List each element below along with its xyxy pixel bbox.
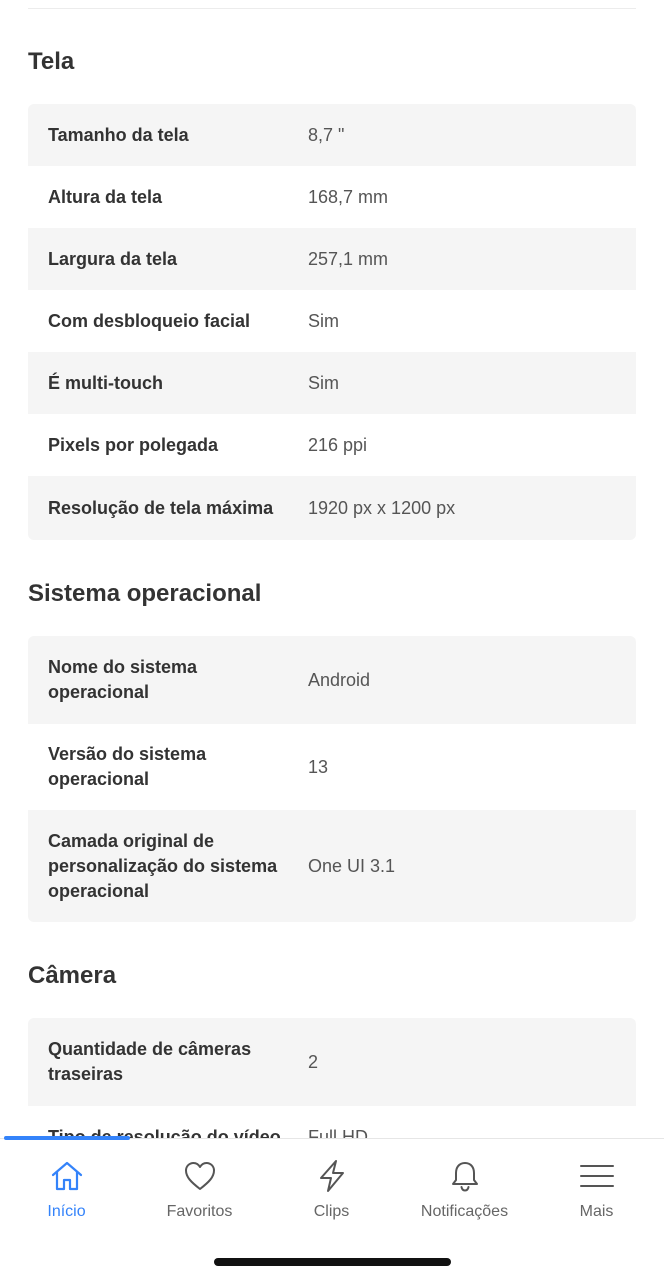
spec-value: Sim (308, 310, 339, 331)
active-tab-indicator (4, 1136, 130, 1140)
spec-row: Versão do sistema operacional 13 (28, 724, 636, 810)
spec-row: É multi-touch Sim (28, 352, 636, 414)
spec-row: Tipo de resolução do vídeo Full HD (28, 1106, 636, 1141)
divider (28, 8, 636, 9)
spec-label: Altura da tela (48, 186, 163, 207)
nav-label: Início (47, 1203, 86, 1220)
spec-label: Com desbloqueio facial (48, 310, 251, 331)
spec-row: Camada original de personalização do sis… (28, 810, 636, 922)
spec-label: Versão do sistema operacional (48, 744, 207, 789)
spec-label: Nome do sistema operacional (48, 657, 198, 702)
spec-row: Tamanho da tela 8,7 " (28, 104, 636, 166)
spec-table-camera: Quantidade de câmeras traseiras 2 Tipo d… (28, 1018, 636, 1140)
nav-label: Clips (313, 1203, 350, 1220)
nav-label: Favoritos (166, 1203, 233, 1220)
spec-value: 216 ppi (308, 434, 368, 455)
spec-label: Resolução de tela máxima (48, 497, 274, 518)
spec-label: Pixels por polegada (48, 434, 219, 455)
specs-scroll-area[interactable]: Tela Tamanho da tela 8,7 " Altura da tel… (0, 0, 664, 1140)
bell-icon (451, 1162, 478, 1192)
menu-icon (579, 1165, 614, 1187)
spec-value: 1920 px x 1200 px (308, 497, 456, 518)
spec-label: Quantidade de câmeras traseiras (48, 1039, 252, 1084)
nav-label: Notificações (420, 1203, 509, 1220)
nav-item-inicio[interactable]: Início (0, 1157, 133, 1221)
section-title-sistema-operacional: Sistema operacional (28, 580, 262, 607)
heart-icon (184, 1162, 215, 1190)
spec-row: Pixels por polegada 216 ppi (28, 414, 636, 476)
section-title-camera: Câmera (28, 962, 117, 989)
spec-table-sistema-operacional: Nome do sistema operacional Android Vers… (28, 636, 636, 922)
spec-value: 257,1 mm (308, 248, 389, 269)
spec-row: Quantidade de câmeras traseiras 2 (28, 1018, 636, 1106)
spec-value: One UI 3.1 (308, 855, 396, 876)
spec-row: Com desbloqueio facial Sim (28, 290, 636, 352)
spec-label: Camada original de personalização do sis… (48, 830, 278, 901)
spec-row: Resolução de tela máxima 1920 px x 1200 … (28, 476, 636, 540)
spec-row: Altura da tela 168,7 mm (28, 166, 636, 228)
nav-item-notificacoes[interactable]: Notificações (398, 1157, 531, 1221)
nav-item-favoritos[interactable]: Favoritos (133, 1157, 266, 1221)
spec-value: 2 (308, 1051, 319, 1072)
spec-label: É multi-touch (48, 372, 163, 393)
spec-row: Largura da tela 257,1 mm (28, 228, 636, 290)
spec-row: Nome do sistema operacional Android (28, 636, 636, 724)
spec-label: Largura da tela (48, 248, 178, 269)
clips-icon (319, 1160, 344, 1192)
home-icon (51, 1161, 82, 1191)
nav-item-mais[interactable]: Mais (530, 1157, 663, 1221)
nav-item-clips[interactable]: Clips (265, 1157, 398, 1221)
spec-value: 168,7 mm (308, 186, 389, 207)
spec-label: Tamanho da tela (48, 124, 189, 145)
home-indicator[interactable] (214, 1258, 451, 1266)
nav-label: Mais (579, 1203, 614, 1220)
section-title-tela: Tela (28, 48, 75, 75)
spec-value: Android (308, 669, 371, 690)
spec-value: 8,7 " (308, 124, 345, 145)
spec-value: 13 (308, 756, 329, 777)
spec-table-tela: Tamanho da tela 8,7 " Altura da tela 168… (28, 104, 636, 540)
spec-value: Sim (308, 372, 339, 393)
